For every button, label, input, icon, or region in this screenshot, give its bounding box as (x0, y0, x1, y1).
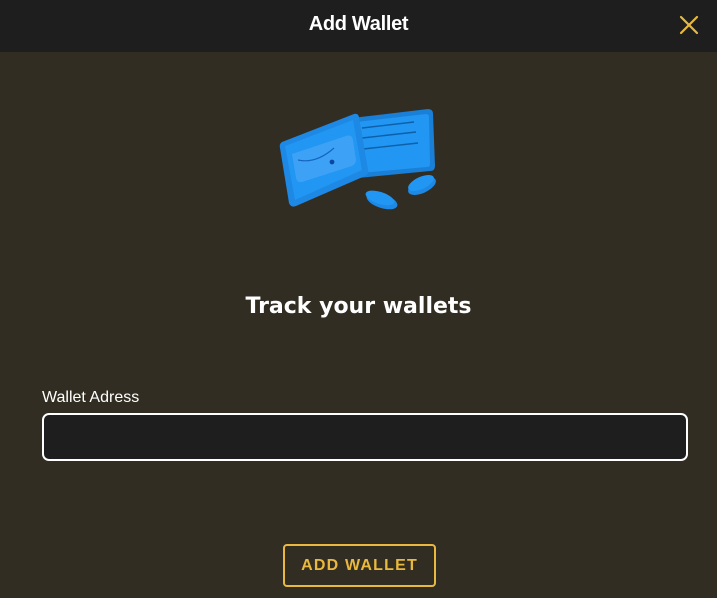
wallet-address-label: Wallet Adress (42, 389, 140, 406)
wallet-icon (279, 109, 436, 210)
close-button[interactable] (676, 12, 702, 38)
add-wallet-button[interactable]: ADD WALLET (283, 544, 436, 587)
dialog-header: Add Wallet (0, 0, 717, 52)
headline: Track your wallets (245, 294, 472, 319)
close-icon (679, 15, 699, 35)
wallet-address-input[interactable] (42, 413, 688, 461)
add-wallet-dialog: Add Wallet Track your wallets Wallet Adr… (0, 0, 717, 598)
dialog-title: Add Wallet (308, 13, 409, 35)
